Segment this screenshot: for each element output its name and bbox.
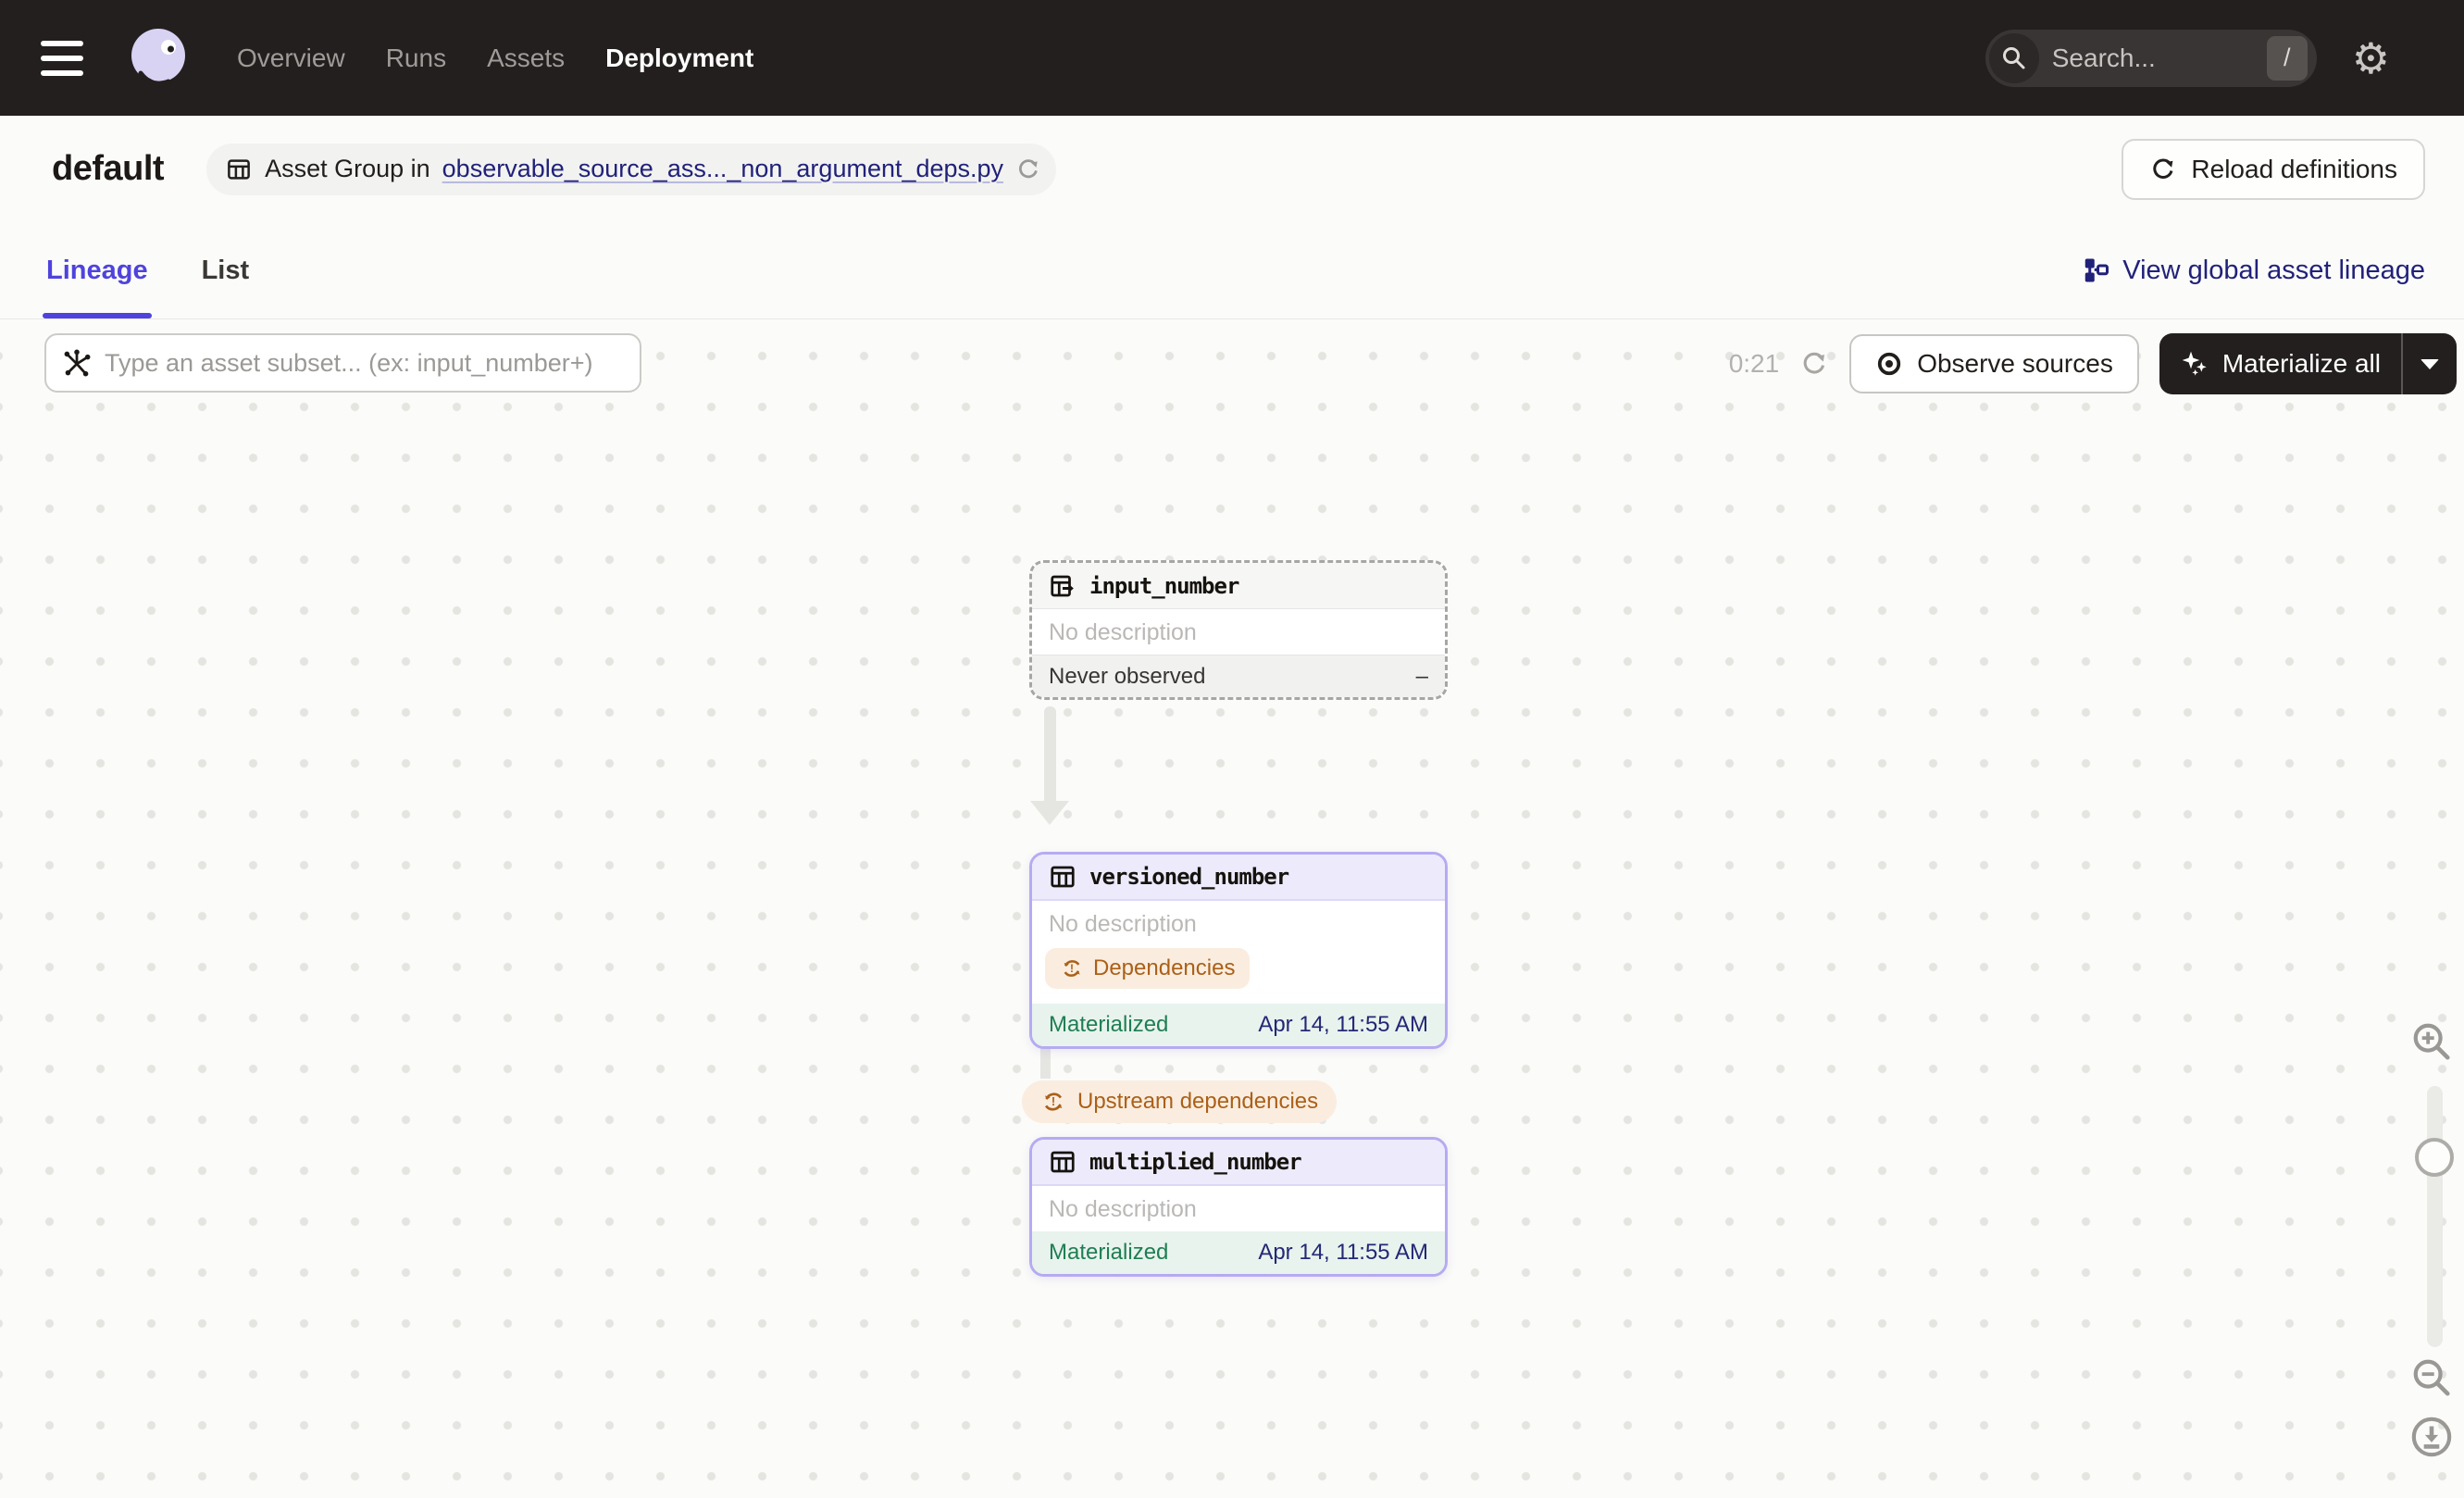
nav-item-runs[interactable]: Runs: [386, 44, 446, 73]
tab-lineage[interactable]: Lineage: [43, 222, 152, 318]
global-search[interactable]: /: [1985, 29, 2317, 87]
primary-nav: Overview Runs Assets Deployment: [237, 44, 753, 73]
asset-group-file-link[interactable]: observable_source_ass..._non_argument_de…: [442, 155, 1003, 183]
asset-node-header: multiplied_number: [1032, 1140, 1445, 1186]
search-icon: [1988, 32, 2039, 83]
lineage-icon: [2085, 258, 2109, 282]
asset-group-icon: [228, 158, 250, 180]
asset-name: versioned_number: [1089, 864, 1289, 890]
upstream-dependencies-label: Upstream dependencies: [1077, 1089, 1319, 1114]
observe-sources-button[interactable]: Observe sources: [1849, 334, 2139, 393]
zoom-in-icon[interactable]: [2410, 1020, 2453, 1063]
nav-item-deployment[interactable]: Deployment: [605, 44, 753, 73]
materialize-all-label: Materialize all: [2221, 349, 2381, 378]
view-global-asset-lineage-link[interactable]: View global asset lineage: [2082, 256, 2425, 286]
asset-status-row: Never observed –: [1032, 655, 1445, 697]
asset-subset-input[interactable]: [105, 348, 628, 378]
asset-status-row: Materialized Apr 14, 11:55 AM: [1032, 1004, 1445, 1046]
reload-definitions-label: Reload definitions: [2191, 154, 2397, 183]
table-icon: [1051, 866, 1075, 888]
page-header: default Asset Group in observable_source…: [0, 116, 2464, 222]
observe-icon: [1878, 352, 1901, 376]
sparkle-icon: [2182, 351, 2207, 376]
lineage-canvas[interactable]: 0:21 Observe sources Materialize all: [0, 319, 2464, 1498]
view-global-asset-lineage-label: View global asset lineage: [2122, 255, 2425, 285]
refresh-icon[interactable]: [1015, 156, 1041, 182]
asset-group-chip: Asset Group in observable_source_ass..._…: [206, 143, 1057, 195]
edge-arrowhead-icon: [1030, 801, 1069, 825]
zoom-slider-handle[interactable]: [2415, 1138, 2454, 1177]
asset-node-header: versioned_number: [1032, 855, 1445, 901]
dependencies-badge-label: Dependencies: [1093, 955, 1236, 980]
asset-node-versioned-number[interactable]: versioned_number No description ! Depend…: [1029, 852, 1448, 1049]
edge-input-to-versioned: [1044, 706, 1056, 803]
asset-subset-filter: [44, 333, 641, 393]
observable-source-table-icon: [1051, 575, 1074, 596]
materialize-all-split-button: Materialize all: [2159, 333, 2457, 394]
tabs-row: Lineage List View global asset lineage: [0, 222, 2464, 319]
asset-node-multiplied-number[interactable]: multiplied_number No description Materia…: [1029, 1137, 1448, 1277]
gear-icon[interactable]: ⚙︎: [2352, 37, 2390, 80]
upstream-dependencies-badge[interactable]: ! Upstream dependencies: [1022, 1080, 1338, 1123]
top-navigation-bar: Overview Runs Assets Deployment / ⚙︎: [0, 0, 2464, 116]
nav-item-overview[interactable]: Overview: [237, 44, 345, 73]
reload-definitions-button[interactable]: Reload definitions: [2122, 138, 2425, 200]
download-view-icon[interactable]: [2408, 1414, 2455, 1460]
asset-group-prefix: Asset Group in: [265, 155, 430, 182]
asset-description: No description: [1049, 619, 1197, 645]
asset-status-label: Materialized: [1049, 1240, 1169, 1265]
page-title: default: [52, 149, 165, 188]
asset-status-value: –: [1415, 663, 1428, 689]
menu-icon[interactable]: [41, 40, 83, 76]
zoom-slider-track[interactable]: [2427, 1086, 2443, 1347]
lineage-toolbar-actions: 0:21 Observe sources Materialize all: [1729, 333, 2457, 394]
refresh-icon[interactable]: [1799, 349, 1829, 379]
materialize-options-dropdown[interactable]: [2403, 333, 2457, 394]
asset-node-header: input_number: [1032, 563, 1445, 609]
asset-description: No description: [1049, 911, 1197, 937]
zoom-out-icon[interactable]: [2410, 1356, 2453, 1399]
changed-deps-icon: !: [1044, 1092, 1063, 1111]
asset-status-value[interactable]: Apr 14, 11:55 AM: [1258, 1012, 1428, 1038]
svg-text:!: !: [1070, 962, 1074, 975]
svg-text:!: !: [1052, 1094, 1055, 1108]
observe-sources-label: Observe sources: [1917, 349, 2113, 378]
search-shortcut-key: /: [2266, 35, 2308, 81]
asset-description: No description: [1049, 1196, 1197, 1222]
asset-status-row: Materialized Apr 14, 11:55 AM: [1032, 1231, 1445, 1274]
table-icon: [1051, 1151, 1075, 1173]
caret-down-icon: [2420, 358, 2439, 369]
asset-status-label: Materialized: [1049, 1012, 1169, 1037]
asset-status-value[interactable]: Apr 14, 11:55 AM: [1258, 1240, 1428, 1266]
changed-deps-icon: !: [1064, 960, 1080, 977]
view-tabs: Lineage List: [43, 222, 250, 318]
asset-graph-icon: [64, 349, 91, 377]
asset-status-label: Never observed: [1049, 663, 1206, 689]
search-input[interactable]: [2038, 43, 2267, 73]
dependencies-changed-badge[interactable]: ! Dependencies: [1045, 948, 1251, 989]
nav-item-assets[interactable]: Assets: [487, 44, 565, 73]
dagster-logo-icon[interactable]: [120, 21, 194, 95]
asset-name: input_number: [1089, 572, 1239, 599]
asset-warnings-row: ! Dependencies: [1032, 946, 1445, 1004]
tab-list[interactable]: List: [202, 222, 250, 318]
refresh-icon: [2153, 157, 2173, 179]
asset-name: multiplied_number: [1089, 1149, 1302, 1175]
materialize-all-button[interactable]: Materialize all: [2159, 333, 2401, 394]
asset-node-input-number[interactable]: input_number No description Never observ…: [1029, 560, 1448, 700]
refresh-countdown: 0:21: [1728, 349, 1780, 378]
